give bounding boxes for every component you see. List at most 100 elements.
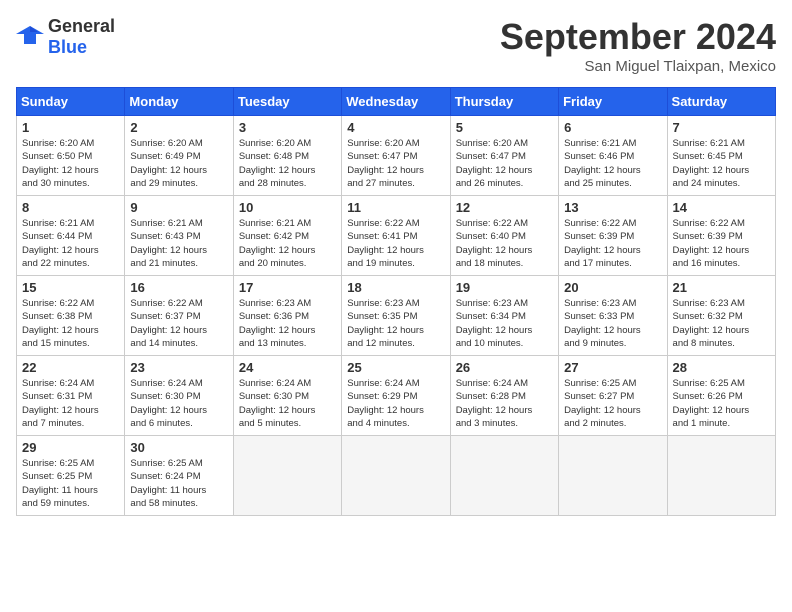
calendar-week-row-2: 8Sunrise: 6:21 AM Sunset: 6:44 PM Daylig…: [17, 196, 776, 276]
calendar-cell: 22Sunrise: 6:24 AM Sunset: 6:31 PM Dayli…: [17, 356, 125, 436]
calendar-cell: 7 Sunrise: 6:21 AM Sunset: 6:45 PM Daylig…: [667, 116, 775, 196]
day-number: 18: [347, 280, 444, 295]
header-friday: Friday: [559, 88, 667, 116]
calendar-cell: 13Sunrise: 6:22 AM Sunset: 6:39 PM Dayli…: [559, 196, 667, 276]
calendar-cell: 14 Sunrise: 6:22 AM Sunset: 6:39 PM Dayli…: [667, 196, 775, 276]
day-number: 15: [22, 280, 119, 295]
calendar-cell: [667, 436, 775, 516]
header-sunday: Sunday: [17, 88, 125, 116]
day-number: 5: [456, 120, 553, 135]
calendar-cell: 29 Sunrise: 6:25 AM Sunset: 6:25 PM Dayli…: [17, 436, 125, 516]
day-number: 23: [130, 360, 227, 375]
location-subtitle: San Miguel Tlaixpan, Mexico: [500, 58, 776, 75]
day-info: Sunrise: 6:23 AM Sunset: 6:35 PM Dayligh…: [347, 297, 444, 350]
day-info: Sunrise: 6:22 AM Sunset: 6:40 PM Dayligh…: [456, 217, 553, 270]
calendar-week-row-5: 29 Sunrise: 6:25 AM Sunset: 6:25 PM Dayli…: [17, 436, 776, 516]
day-number: 10: [239, 200, 336, 215]
day-info: Sunrise: 6:25 AM Sunset: 6:27 PM Dayligh…: [564, 377, 661, 430]
day-number: 2: [130, 120, 227, 135]
calendar-cell: 19 Sunrise: 6:23 AM Sunset: 6:34 PM Dayli…: [450, 276, 558, 356]
day-info: Sunrise: 6:24 AM Sunset: 6:31 PM Dayligh…: [22, 377, 119, 430]
day-info: Sunrise: 6:22 AM Sunset: 6:39 PM Dayligh…: [673, 217, 770, 270]
day-info: Sunrise: 6:23 AM Sunset: 6:34 PM Dayligh…: [456, 297, 553, 350]
day-info: Sunrise: 6:24 AM Sunset: 6:29 PM Dayligh…: [347, 377, 444, 430]
day-info: Sunrise: 6:21 AM Sunset: 6:45 PM Dayligh…: [673, 137, 770, 190]
calendar-cell: 4 Sunrise: 6:20 AM Sunset: 6:47 PM Daylig…: [342, 116, 450, 196]
calendar-cell: 30 Sunrise: 6:25 AM Sunset: 6:24 PM Dayli…: [125, 436, 233, 516]
header-tuesday: Tuesday: [233, 88, 341, 116]
day-number: 7: [673, 120, 770, 135]
day-number: 29: [22, 440, 119, 455]
calendar-cell: [559, 436, 667, 516]
day-number: 11: [347, 200, 444, 215]
calendar-table: Sunday Monday Tuesday Wednesday Thursday…: [16, 87, 776, 516]
day-info: Sunrise: 6:20 AM Sunset: 6:49 PM Dayligh…: [130, 137, 227, 190]
calendar-week-row-3: 15 Sunrise: 6:22 AM Sunset: 6:38 PM Dayli…: [17, 276, 776, 356]
calendar-cell: 15 Sunrise: 6:22 AM Sunset: 6:38 PM Dayli…: [17, 276, 125, 356]
day-info: Sunrise: 6:22 AM Sunset: 6:37 PM Dayligh…: [130, 297, 227, 350]
day-number: 8: [22, 200, 119, 215]
day-info: Sunrise: 6:23 AM Sunset: 6:33 PM Dayligh…: [564, 297, 661, 350]
day-info: Sunrise: 6:21 AM Sunset: 6:42 PM Dayligh…: [239, 217, 336, 270]
calendar-cell: 16 Sunrise: 6:22 AM Sunset: 6:37 PM Dayli…: [125, 276, 233, 356]
month-year-title: September 2024: [500, 16, 776, 58]
day-info: Sunrise: 6:22 AM Sunset: 6:41 PM Dayligh…: [347, 217, 444, 270]
calendar-cell: 17 Sunrise: 6:23 AM Sunset: 6:36 PM Dayli…: [233, 276, 341, 356]
day-info: Sunrise: 6:24 AM Sunset: 6:30 PM Dayligh…: [239, 377, 336, 430]
logo-text: General Blue: [48, 16, 115, 58]
day-info: Sunrise: 6:20 AM Sunset: 6:47 PM Dayligh…: [347, 137, 444, 190]
calendar-cell: 10 Sunrise: 6:21 AM Sunset: 6:42 PM Dayli…: [233, 196, 341, 276]
day-info: Sunrise: 6:24 AM Sunset: 6:28 PM Dayligh…: [456, 377, 553, 430]
day-number: 16: [130, 280, 227, 295]
day-number: 9: [130, 200, 227, 215]
logo-general: General: [48, 16, 115, 36]
calendar-cell: [450, 436, 558, 516]
day-number: 12: [456, 200, 553, 215]
day-number: 26: [456, 360, 553, 375]
calendar-cell: 24 Sunrise: 6:24 AM Sunset: 6:30 PM Dayli…: [233, 356, 341, 436]
calendar-cell: 2 Sunrise: 6:20 AM Sunset: 6:49 PM Daylig…: [125, 116, 233, 196]
logo: General Blue: [16, 16, 115, 58]
day-number: 19: [456, 280, 553, 295]
day-number: 1: [22, 120, 119, 135]
day-number: 21: [673, 280, 770, 295]
calendar-cell: 26 Sunrise: 6:24 AM Sunset: 6:28 PM Dayli…: [450, 356, 558, 436]
day-number: 6: [564, 120, 661, 135]
page-header: General Blue September 2024 San Miguel T…: [16, 16, 776, 75]
day-info: Sunrise: 6:20 AM Sunset: 6:47 PM Dayligh…: [456, 137, 553, 190]
day-info: Sunrise: 6:23 AM Sunset: 6:36 PM Dayligh…: [239, 297, 336, 350]
day-info: Sunrise: 6:20 AM Sunset: 6:50 PM Dayligh…: [22, 137, 119, 190]
day-number: 24: [239, 360, 336, 375]
calendar-cell: 12 Sunrise: 6:22 AM Sunset: 6:40 PM Dayli…: [450, 196, 558, 276]
day-info: Sunrise: 6:23 AM Sunset: 6:32 PM Dayligh…: [673, 297, 770, 350]
calendar-cell: 20 Sunrise: 6:23 AM Sunset: 6:33 PM Dayli…: [559, 276, 667, 356]
day-number: 4: [347, 120, 444, 135]
day-info: Sunrise: 6:25 AM Sunset: 6:24 PM Dayligh…: [130, 457, 227, 510]
day-info: Sunrise: 6:24 AM Sunset: 6:30 PM Dayligh…: [130, 377, 227, 430]
calendar-cell: [233, 436, 341, 516]
day-number: 20: [564, 280, 661, 295]
day-number: 17: [239, 280, 336, 295]
day-number: 28: [673, 360, 770, 375]
day-number: 3: [239, 120, 336, 135]
calendar-cell: [342, 436, 450, 516]
calendar-cell: 23 Sunrise: 6:24 AM Sunset: 6:30 PM Dayli…: [125, 356, 233, 436]
calendar-cell: 1 Sunrise: 6:20 AM Sunset: 6:50 PM Daylig…: [17, 116, 125, 196]
day-info: Sunrise: 6:20 AM Sunset: 6:48 PM Dayligh…: [239, 137, 336, 190]
calendar-week-row-4: 22Sunrise: 6:24 AM Sunset: 6:31 PM Dayli…: [17, 356, 776, 436]
day-info: Sunrise: 6:22 AM Sunset: 6:38 PM Dayligh…: [22, 297, 119, 350]
day-number: 13: [564, 200, 661, 215]
day-number: 14: [673, 200, 770, 215]
logo-graphic: [16, 24, 44, 51]
day-info: Sunrise: 6:25 AM Sunset: 6:26 PM Dayligh…: [673, 377, 770, 430]
header-thursday: Thursday: [450, 88, 558, 116]
calendar-cell: 8Sunrise: 6:21 AM Sunset: 6:44 PM Daylig…: [17, 196, 125, 276]
day-number: 30: [130, 440, 227, 455]
calendar-cell: 25Sunrise: 6:24 AM Sunset: 6:29 PM Dayli…: [342, 356, 450, 436]
header-saturday: Saturday: [667, 88, 775, 116]
day-info: Sunrise: 6:25 AM Sunset: 6:25 PM Dayligh…: [22, 457, 119, 510]
calendar-cell: 11 Sunrise: 6:22 AM Sunset: 6:41 PM Dayli…: [342, 196, 450, 276]
day-info: Sunrise: 6:21 AM Sunset: 6:46 PM Dayligh…: [564, 137, 661, 190]
calendar-cell: 27Sunrise: 6:25 AM Sunset: 6:27 PM Dayli…: [559, 356, 667, 436]
calendar-cell: 3 Sunrise: 6:20 AM Sunset: 6:48 PM Daylig…: [233, 116, 341, 196]
